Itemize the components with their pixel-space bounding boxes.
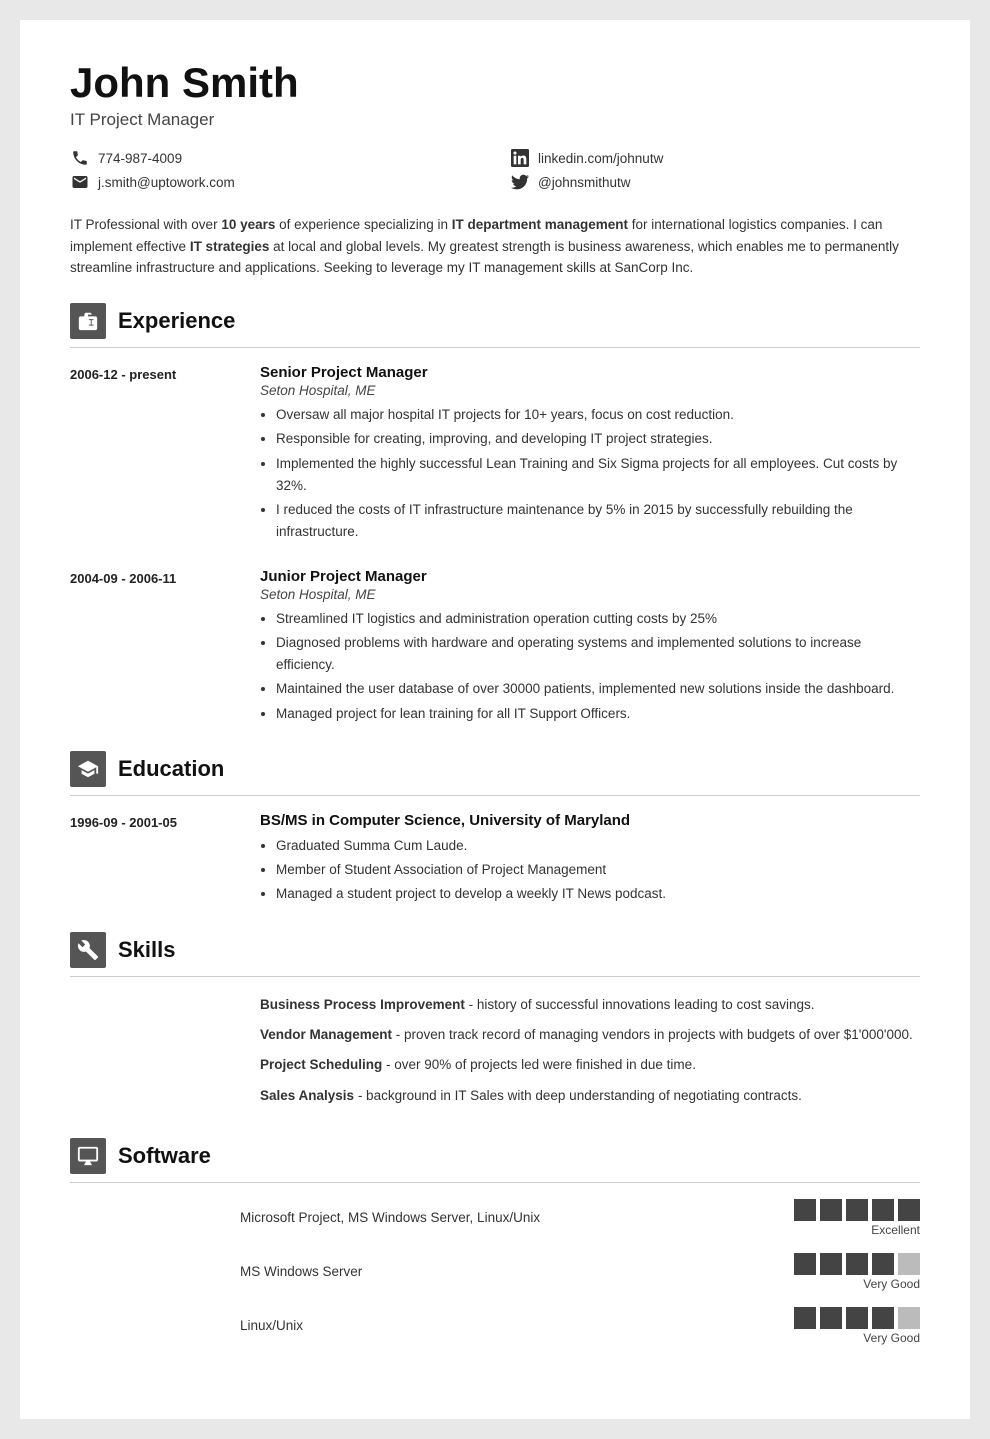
resume-container: John Smith IT Project Manager 774-987-40… [20, 20, 970, 1419]
skills-section-title: Skills [118, 937, 175, 963]
bar [820, 1307, 842, 1329]
twitter-icon [510, 172, 530, 192]
exp-bullets-1: Oversaw all major hospital IT projects f… [260, 404, 920, 544]
skills-header: Skills [70, 932, 920, 977]
exp-company-1: Seton Hospital, ME [260, 383, 920, 398]
bar [820, 1199, 842, 1221]
rating-bars-3 [794, 1307, 920, 1329]
software-section: Software Microsoft Project, MS Windows S… [70, 1138, 920, 1345]
bullet-item: Streamlined IT logistics and administrat… [276, 608, 920, 630]
email-icon [70, 172, 90, 192]
candidate-name: John Smith [70, 60, 920, 106]
exp-content-1: Senior Project Manager Seton Hospital, M… [260, 364, 920, 546]
education-header: Education [70, 751, 920, 796]
bar [794, 1307, 816, 1329]
bar [846, 1199, 868, 1221]
experience-entry-2: 2004-09 - 2006-11 Junior Project Manager… [70, 568, 920, 727]
experience-section-title: Experience [118, 308, 235, 334]
experience-header: Experience [70, 303, 920, 348]
skill-item-1: Business Process Improvement - history o… [260, 993, 920, 1017]
bar [872, 1199, 894, 1221]
bullet-item: Member of Student Association of Project… [276, 859, 920, 881]
bar [872, 1253, 894, 1275]
rating-bars-2 [794, 1253, 920, 1275]
exp-job-title-2: Junior Project Manager [260, 568, 920, 585]
rating-bars-1 [794, 1199, 920, 1221]
linkedin-value: linkedin.com/johnutw [538, 151, 663, 166]
software-name-1: Microsoft Project, MS Windows Server, Li… [240, 1210, 774, 1225]
rating-label-2: Very Good [863, 1277, 920, 1291]
bar [794, 1199, 816, 1221]
exp-content-2: Junior Project Manager Seton Hospital, M… [260, 568, 920, 727]
bullet-item: Managed a student project to develop a w… [276, 883, 920, 905]
experience-entry-1: 2006-12 - present Senior Project Manager… [70, 364, 920, 546]
education-entry-1: 1996-09 - 2001-05 BS/MS in Computer Scie… [70, 812, 920, 908]
skills-entry: Business Process Improvement - history o… [70, 993, 920, 1114]
phone-value: 774-987-4009 [98, 151, 182, 166]
twitter-contact: @johnsmithutw [510, 172, 920, 192]
summary-text: IT Professional with over 10 years of ex… [70, 214, 920, 279]
software-rating-3: Very Good [794, 1307, 920, 1345]
software-rating-1: Excellent [794, 1199, 920, 1237]
experience-icon [70, 303, 106, 339]
experience-section: Experience 2006-12 - present Senior Proj… [70, 303, 920, 727]
exp-date-1: 2006-12 - present [70, 364, 240, 546]
edu-content-1: BS/MS in Computer Science, University of… [260, 812, 920, 908]
software-header: Software [70, 1138, 920, 1183]
skills-list: Business Process Improvement - history o… [260, 993, 920, 1114]
candidate-title: IT Project Manager [70, 110, 920, 130]
phone-contact: 774-987-4009 [70, 148, 480, 168]
software-entry-2: MS Windows Server Very Good [70, 1253, 920, 1291]
edu-bullets-1: Graduated Summa Cum Laude. Member of Stu… [260, 835, 920, 906]
education-section: Education 1996-09 - 2001-05 BS/MS in Com… [70, 751, 920, 908]
bar [898, 1253, 920, 1275]
education-icon [70, 751, 106, 787]
software-name-2: MS Windows Server [240, 1264, 774, 1279]
software-icon [70, 1138, 106, 1174]
linkedin-icon [510, 148, 530, 168]
bullet-item: Oversaw all major hospital IT projects f… [276, 404, 920, 426]
email-contact: j.smith@uptowork.com [70, 172, 480, 192]
software-rating-2: Very Good [794, 1253, 920, 1291]
edu-degree-1: BS/MS in Computer Science, University of… [260, 812, 920, 829]
software-entry-3: Linux/Unix Very Good [70, 1307, 920, 1345]
bullet-item: Managed project for lean training for al… [276, 703, 920, 725]
linkedin-contact: linkedin.com/johnutw [510, 148, 920, 168]
bullet-item: Implemented the highly successful Lean T… [276, 453, 920, 498]
contact-grid: 774-987-4009 linkedin.com/johnutw j.smit… [70, 148, 920, 192]
email-value: j.smith@uptowork.com [98, 175, 235, 190]
bullet-item: Responsible for creating, improving, and… [276, 428, 920, 450]
bar [898, 1307, 920, 1329]
bar [846, 1307, 868, 1329]
bullet-item: I reduced the costs of IT infrastructure… [276, 499, 920, 544]
rating-label-3: Very Good [863, 1331, 920, 1345]
education-section-title: Education [118, 756, 224, 782]
software-name-3: Linux/Unix [240, 1318, 774, 1333]
software-section-title: Software [118, 1143, 211, 1169]
twitter-value: @johnsmithutw [538, 175, 631, 190]
rating-label-1: Excellent [871, 1223, 920, 1237]
bullet-item: Diagnosed problems with hardware and ope… [276, 632, 920, 677]
bullet-item: Graduated Summa Cum Laude. [276, 835, 920, 857]
bar [872, 1307, 894, 1329]
exp-job-title-1: Senior Project Manager [260, 364, 920, 381]
bar [820, 1253, 842, 1275]
exp-date-2: 2004-09 - 2006-11 [70, 568, 240, 727]
skills-icon [70, 932, 106, 968]
exp-bullets-2: Streamlined IT logistics and administrat… [260, 608, 920, 725]
bullet-item: Maintained the user database of over 300… [276, 678, 920, 700]
bar [846, 1253, 868, 1275]
bar [794, 1253, 816, 1275]
phone-icon [70, 148, 90, 168]
edu-date-1: 1996-09 - 2001-05 [70, 812, 240, 908]
skills-section: Skills Business Process Improvement - hi… [70, 932, 920, 1114]
software-entry-1: Microsoft Project, MS Windows Server, Li… [70, 1199, 920, 1237]
bar [898, 1199, 920, 1221]
exp-company-2: Seton Hospital, ME [260, 587, 920, 602]
skill-item-2: Vendor Management - proven track record … [260, 1023, 920, 1047]
skill-item-4: Sales Analysis - background in IT Sales … [260, 1084, 920, 1108]
skill-item-3: Project Scheduling - over 90% of project… [260, 1053, 920, 1077]
